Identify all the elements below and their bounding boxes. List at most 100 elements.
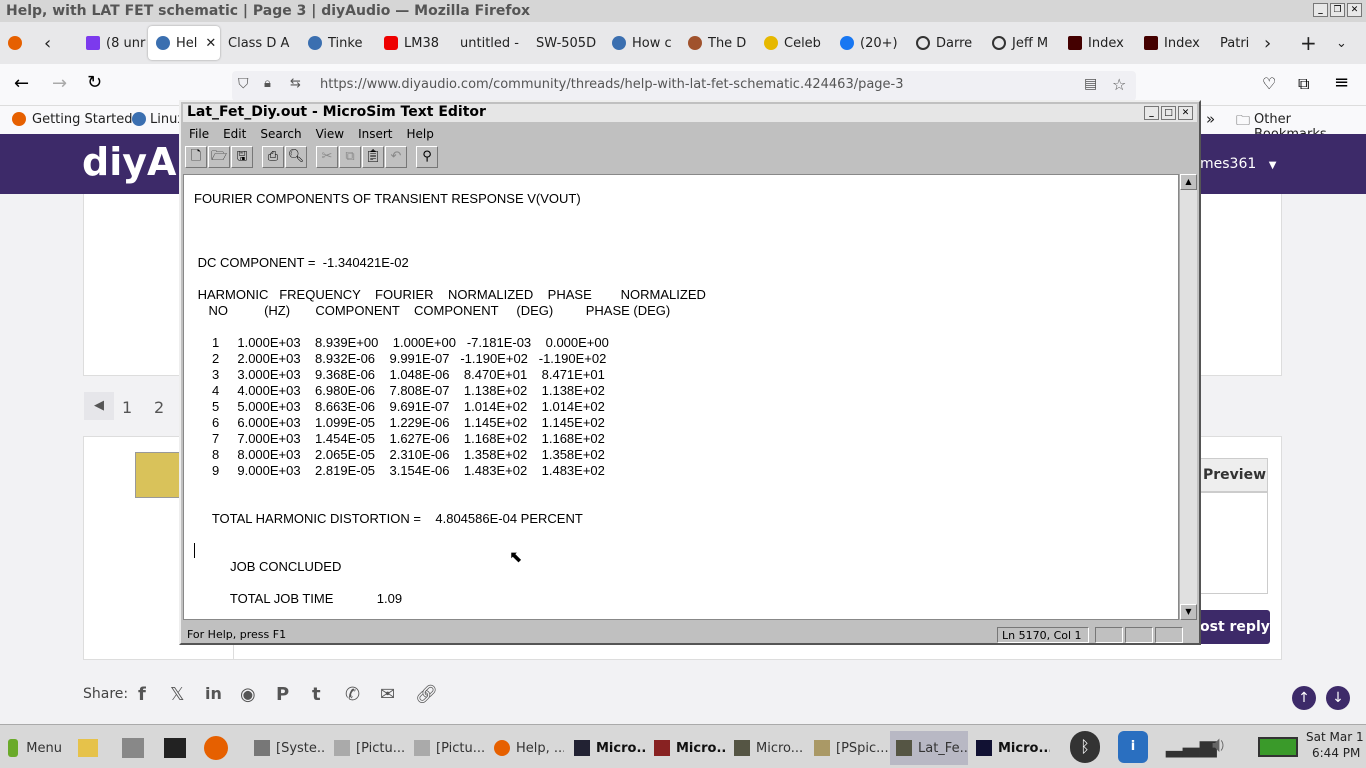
tumblr-icon[interactable]: t: [312, 684, 321, 705]
bookmark-star-icon[interactable]: ☆: [1112, 75, 1126, 94]
editor-minimize-button[interactable]: _: [1144, 106, 1159, 120]
reddit-icon[interactable]: ◉: [240, 684, 256, 705]
tab-scroll-left-button[interactable]: ‹: [36, 26, 78, 60]
menu-edit[interactable]: Edit: [217, 124, 254, 144]
find-binoculars-icon[interactable]: ⚲: [416, 146, 438, 168]
cut-icon[interactable]: ✂: [316, 146, 338, 168]
page-1-link[interactable]: 1: [122, 398, 132, 417]
taskbar-item-active[interactable]: Lat_Fe...: [890, 731, 968, 765]
tab-scroll-right-button[interactable]: ›: [1256, 26, 1292, 60]
undo-icon[interactable]: ↶: [385, 146, 407, 168]
firefox-launcher[interactable]: [198, 731, 236, 765]
battery-icon[interactable]: [1258, 737, 1298, 757]
bookmark-getting-started[interactable]: Getting Started: [32, 112, 133, 127]
volume-icon[interactable]: 🔉︎: [1212, 733, 1226, 758]
tab-10[interactable]: (20+): [832, 26, 908, 60]
avatar[interactable]: [135, 452, 181, 498]
open-folder-icon[interactable]: 🗁: [208, 146, 230, 168]
taskbar-item[interactable]: Micro...: [568, 731, 646, 765]
taskbar-item[interactable]: [Pictu...: [328, 731, 404, 765]
close-tab-icon[interactable]: ✕: [205, 36, 216, 51]
prev-page-button[interactable]: ◀: [84, 392, 114, 420]
tab-13[interactable]: Index: [1060, 26, 1136, 60]
menu-search[interactable]: Search: [254, 124, 309, 144]
files-launcher[interactable]: [72, 731, 106, 765]
link-icon[interactable]: 🔗︎: [415, 684, 438, 705]
new-tab-button[interactable]: +: [1292, 26, 1328, 60]
user-menu[interactable]: mes361 ▼: [1200, 156, 1276, 172]
reply-editor[interactable]: [1198, 492, 1268, 594]
pinterest-icon[interactable]: P: [276, 684, 289, 705]
scroll-down-arrow-icon[interactable]: ▼: [1180, 604, 1197, 620]
x-icon[interactable]: 𝕏: [170, 684, 185, 705]
menu-file[interactable]: File: [183, 124, 217, 144]
clock[interactable]: Sat Mar 1 6:44 PM: [1306, 729, 1364, 761]
new-file-icon[interactable]: 🗋: [185, 146, 207, 168]
taskbar-item[interactable]: [Syste...: [248, 731, 324, 765]
info-shield-icon[interactable]: i: [1118, 731, 1148, 763]
tab-4[interactable]: LM38: [376, 26, 452, 60]
maximize-button[interactable]: ❐: [1330, 3, 1345, 17]
menu-insert[interactable]: Insert: [352, 124, 400, 144]
lock-icon[interactable]: 🔒︎: [264, 76, 271, 91]
menu-help[interactable]: Help: [400, 124, 441, 144]
taskbar-item[interactable]: [Pictu...: [408, 731, 484, 765]
bluetooth-icon[interactable]: ᛒ: [1070, 731, 1100, 763]
tab-2[interactable]: Class D A: [220, 26, 300, 60]
facebook-icon[interactable]: f: [138, 684, 146, 705]
permissions-icon[interactable]: ⇆: [290, 76, 301, 91]
editor-maximize-button[interactable]: □: [1161, 106, 1176, 120]
tab-6[interactable]: SW-505D: [528, 26, 604, 60]
linkedin-icon[interactable]: in: [205, 684, 222, 703]
menu-icon[interactable]: ≡: [1334, 72, 1349, 93]
tab-15[interactable]: Patri: [1212, 26, 1256, 60]
back-button[interactable]: ←: [14, 73, 29, 94]
firefox-view-button[interactable]: [0, 26, 36, 60]
editor-text-area[interactable]: FOURIER COMPONENTS OF TRANSIENT RESPONSE…: [183, 174, 1179, 620]
more-bookmarks-icon[interactable]: »: [1206, 110, 1215, 128]
minimize-button[interactable]: _: [1313, 3, 1328, 17]
editor-close-button[interactable]: ✕: [1178, 106, 1193, 120]
tab-11[interactable]: Darre: [908, 26, 984, 60]
reader-view-icon[interactable]: ▤: [1084, 76, 1097, 92]
email-icon[interactable]: ✉: [380, 684, 395, 705]
tab-3[interactable]: Tinke: [300, 26, 376, 60]
list-tabs-button[interactable]: ⌄: [1328, 26, 1364, 60]
start-menu-button[interactable]: Menu: [2, 731, 68, 765]
paste-icon[interactable]: 📋︎: [362, 146, 384, 168]
tab-0[interactable]: (8 unr: [78, 26, 148, 60]
scroll-up-arrow-icon[interactable]: ▲: [1180, 174, 1197, 190]
tab-12[interactable]: Jeff M: [984, 26, 1060, 60]
post-reply-button[interactable]: ost reply: [1198, 610, 1270, 644]
pocket-icon[interactable]: ♡: [1262, 74, 1276, 93]
forward-button[interactable]: →: [52, 73, 67, 94]
close-button[interactable]: ✕: [1347, 3, 1362, 17]
copy-icon[interactable]: ⧉: [339, 146, 361, 168]
tab-7[interactable]: How c: [604, 26, 680, 60]
tab-5[interactable]: untitled -: [452, 26, 528, 60]
menu-view[interactable]: View: [310, 124, 352, 144]
network-signal-icon[interactable]: ▂▃▅: [1166, 733, 1217, 758]
print-icon[interactable]: ⎙: [262, 146, 284, 168]
taskbar-item[interactable]: Help, ...: [488, 731, 564, 765]
reload-button[interactable]: ↻: [87, 72, 102, 93]
page-2-link[interactable]: 2: [154, 398, 164, 417]
save-icon[interactable]: 🖫: [231, 146, 253, 168]
taskbar-item[interactable]: Micro...: [648, 731, 726, 765]
taskbar-item[interactable]: [PSpic...: [808, 731, 888, 765]
tab-9[interactable]: Celeb: [756, 26, 832, 60]
shield-icon[interactable]: ⛉: [238, 76, 249, 92]
terminal-launcher[interactable]: [158, 731, 194, 765]
url-bar[interactable]: ⛉ 🔒︎ ⇆ https://www.diyaudio.com/communit…: [232, 71, 1136, 101]
tab-8[interactable]: The D: [680, 26, 756, 60]
whatsapp-icon[interactable]: ✆: [345, 684, 360, 705]
taskbar-item[interactable]: Micro...: [970, 731, 1050, 765]
tab-14[interactable]: Index: [1136, 26, 1212, 60]
vertical-scrollbar[interactable]: ▲ ▼: [1179, 174, 1197, 620]
scroll-bottom-button[interactable]: ↓: [1326, 686, 1350, 710]
preview-button[interactable]: Preview: [1198, 458, 1268, 492]
print-preview-icon[interactable]: 🔍︎: [285, 146, 307, 168]
settings-launcher[interactable]: [116, 731, 152, 765]
tab-1-active[interactable]: Hel ✕: [148, 26, 220, 60]
scroll-top-button[interactable]: ↑: [1292, 686, 1316, 710]
